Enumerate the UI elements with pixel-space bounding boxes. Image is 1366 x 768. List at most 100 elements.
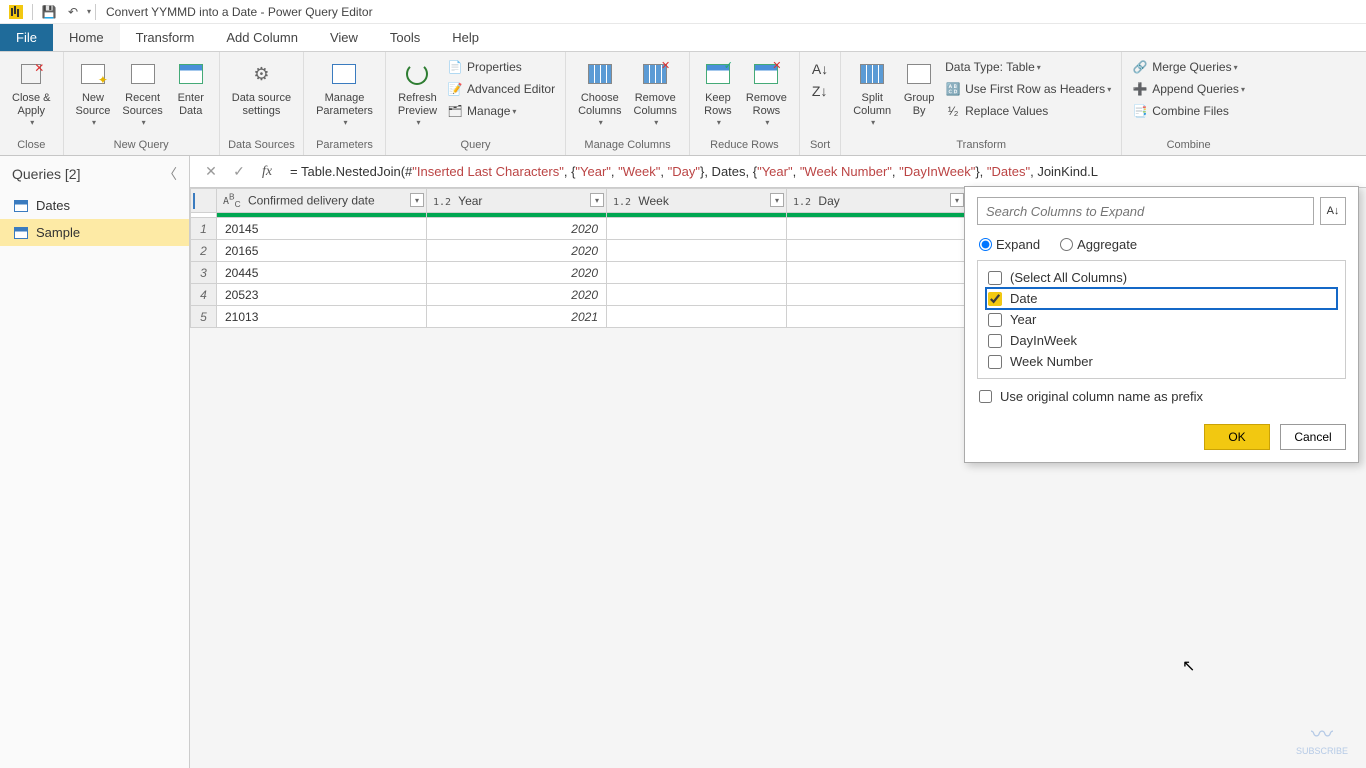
tab-file[interactable]: File: [0, 24, 53, 51]
use-prefix-checkbox[interactable]: Use original column name as prefix: [979, 389, 1203, 404]
group-sort: Sort: [806, 137, 834, 155]
data-type-button[interactable]: Data Type: Table▾: [941, 56, 1115, 78]
sort-asc-button[interactable]: A↓: [808, 58, 832, 80]
append-queries-button[interactable]: ➕Append Queries▾: [1128, 78, 1249, 100]
group-by-icon: [903, 58, 935, 90]
new-source-button[interactable]: ✦New Source▾: [70, 54, 117, 127]
cell[interactable]: [787, 306, 967, 328]
tab-tools[interactable]: Tools: [374, 24, 436, 51]
type-icon: ABC: [223, 196, 241, 207]
formula-bar: ✕ ✓ fx = Table.NestedJoin(#"Inserted Las…: [190, 156, 1366, 188]
select-all-corner[interactable]: [191, 189, 217, 213]
ribbon: ✕ Close & Apply▾ Close ✦New Source▾ Rece…: [0, 52, 1366, 156]
row-number: 2: [191, 240, 217, 262]
advanced-editor-icon: 📝: [447, 81, 463, 97]
combine-files-button[interactable]: 📑Combine Files: [1128, 100, 1249, 122]
column-header-confirmed-delivery-date[interactable]: ABC Confirmed delivery date▾: [217, 189, 427, 213]
tab-home[interactable]: Home: [53, 24, 120, 51]
data-source-settings-button[interactable]: ⚙Data source settings: [226, 54, 297, 118]
cell[interactable]: [787, 240, 967, 262]
tab-add-column[interactable]: Add Column: [210, 24, 314, 51]
fx-icon[interactable]: fx: [254, 160, 280, 184]
group-parameters: Parameters: [310, 137, 379, 155]
search-columns-input[interactable]: [977, 197, 1314, 225]
query-item-dates[interactable]: Dates: [0, 192, 189, 219]
table-icon: [193, 193, 195, 209]
cell[interactable]: 2020: [427, 240, 607, 262]
cell[interactable]: [607, 262, 787, 284]
manage-parameters-icon: [328, 58, 360, 90]
new-source-icon: ✦: [77, 58, 109, 90]
recent-sources-button[interactable]: Recent Sources▾: [116, 54, 168, 127]
refresh-preview-button[interactable]: Refresh Preview▾: [392, 54, 443, 127]
collapse-pane-icon[interactable]: 〈: [163, 164, 177, 184]
sort-desc-button[interactable]: Z↓: [808, 80, 832, 102]
cell[interactable]: 2020: [427, 218, 607, 240]
remove-columns-button[interactable]: ✕Remove Columns▾: [628, 54, 683, 127]
cell[interactable]: 20445: [217, 262, 427, 284]
cell[interactable]: [607, 218, 787, 240]
group-by-button[interactable]: Group By: [897, 54, 941, 118]
choose-columns-icon: [584, 58, 616, 90]
merge-queries-button[interactable]: 🔗Merge Queries▾: [1128, 56, 1249, 78]
advanced-editor-button[interactable]: 📝Advanced Editor: [443, 78, 559, 100]
cell[interactable]: [787, 218, 967, 240]
remove-rows-button[interactable]: ✕Remove Rows▾: [740, 54, 793, 127]
sort-icon: A↓: [1327, 205, 1340, 217]
cell[interactable]: 20165: [217, 240, 427, 262]
filter-button[interactable]: ▾: [770, 193, 784, 207]
query-item-sample[interactable]: Sample: [0, 219, 189, 246]
cell[interactable]: 2021: [427, 306, 607, 328]
cell[interactable]: 2020: [427, 262, 607, 284]
aggregate-radio[interactable]: Aggregate: [1060, 237, 1137, 252]
column-header-week[interactable]: 1.2 Week▾: [607, 189, 787, 213]
properties-button[interactable]: 📄Properties: [443, 56, 559, 78]
column-option-week-number[interactable]: Week Number: [986, 351, 1337, 372]
expand-radio[interactable]: Expand: [979, 237, 1040, 252]
replace-icon: ¹⁄₂: [945, 103, 961, 119]
cell[interactable]: 2020: [427, 284, 607, 306]
undo-icon[interactable]: ↶: [65, 4, 81, 20]
keep-rows-button[interactable]: ✓Keep Rows▾: [696, 54, 740, 127]
data-source-settings-icon: ⚙: [245, 58, 277, 90]
formula-commit-button[interactable]: ✓: [226, 160, 252, 184]
cell[interactable]: 20523: [217, 284, 427, 306]
column-header-year[interactable]: 1.2 Year▾: [427, 189, 607, 213]
remove-columns-icon: ✕: [639, 58, 671, 90]
filter-button[interactable]: ▾: [950, 193, 964, 207]
formula-cancel-button[interactable]: ✕: [198, 160, 224, 184]
manage-button[interactable]: 🗂Manage▾: [443, 100, 559, 122]
cell[interactable]: [787, 284, 967, 306]
filter-button[interactable]: ▾: [410, 193, 424, 207]
select-all-columns-item[interactable]: (Select All Columns): [986, 267, 1337, 288]
table-icon: [14, 227, 28, 239]
replace-values-button[interactable]: ¹⁄₂Replace Values: [941, 100, 1115, 122]
tab-view[interactable]: View: [314, 24, 374, 51]
split-column-button[interactable]: Split Column▾: [847, 54, 897, 127]
ok-button[interactable]: OK: [1204, 424, 1270, 450]
cell[interactable]: 21013: [217, 306, 427, 328]
cell[interactable]: [787, 262, 967, 284]
manage-parameters-button[interactable]: Manage Parameters▾: [310, 54, 379, 127]
tab-help[interactable]: Help: [436, 24, 495, 51]
column-option-year[interactable]: Year: [986, 309, 1337, 330]
formula-text[interactable]: = Table.NestedJoin(#"Inserted Last Chara…: [282, 164, 1358, 180]
save-icon[interactable]: 💾: [41, 4, 57, 20]
column-header-day[interactable]: 1.2 Day▾: [787, 189, 967, 213]
close-apply-button[interactable]: ✕ Close & Apply▾: [6, 54, 57, 127]
group-query: Query: [392, 137, 559, 155]
enter-data-button[interactable]: Enter Data: [169, 54, 213, 118]
first-row-headers-button[interactable]: 🔠Use First Row as Headers▾: [941, 78, 1115, 100]
sort-columns-button[interactable]: A↓: [1320, 197, 1346, 225]
column-option-date[interactable]: Date: [986, 288, 1337, 309]
cell[interactable]: [607, 284, 787, 306]
cancel-button[interactable]: Cancel: [1280, 424, 1346, 450]
tab-transform[interactable]: Transform: [120, 24, 211, 51]
filter-button[interactable]: ▾: [590, 193, 604, 207]
cell[interactable]: [607, 306, 787, 328]
column-option-dayinweek[interactable]: DayInWeek: [986, 330, 1337, 351]
cell[interactable]: [607, 240, 787, 262]
group-close: Close: [6, 137, 57, 155]
choose-columns-button[interactable]: Choose Columns▾: [572, 54, 627, 127]
cell[interactable]: 20145: [217, 218, 427, 240]
